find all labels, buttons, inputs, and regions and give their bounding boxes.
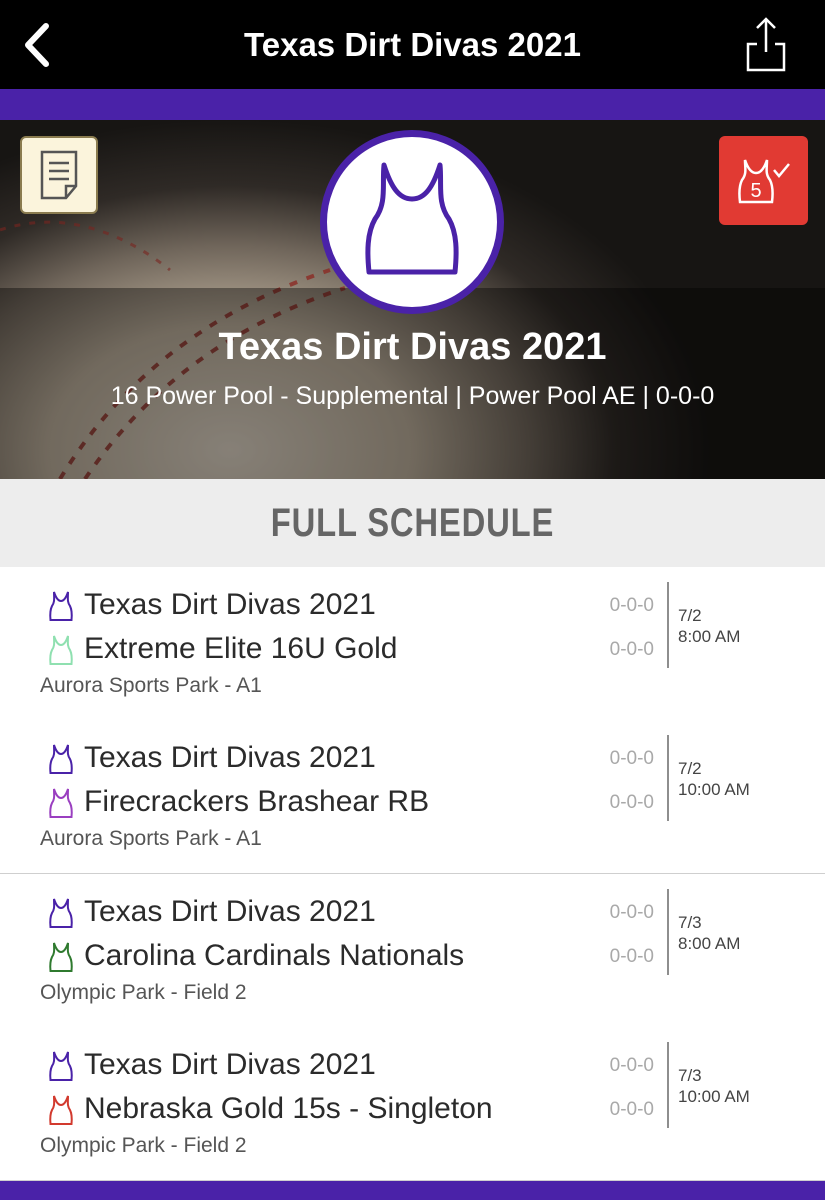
game-row[interactable]: Texas Dirt Divas 2021 Carolina Cardinals … (0, 874, 825, 1028)
away-team-name: Carolina Cardinals Nationals (84, 939, 465, 972)
badge-number: 5 (750, 180, 761, 202)
home-record: 0-0-0 (609, 902, 654, 923)
roster-check-button[interactable]: 5 (719, 136, 808, 225)
home-team-name: Texas Dirt Divas 2021 (84, 741, 376, 774)
game-venue: Aurora Sports Park - A1 (40, 674, 262, 697)
home-team-name: Texas Dirt Divas 2021 (84, 588, 376, 621)
divider (667, 1042, 669, 1128)
team-logo (320, 130, 504, 314)
away-record: 0-0-0 (609, 792, 654, 813)
away-jersey-icon (49, 1095, 73, 1125)
home-record: 0-0-0 (609, 748, 654, 769)
jersey-check-icon: 5 (738, 159, 790, 204)
away-jersey-icon (49, 942, 73, 972)
home-team-name: Texas Dirt Divas 2021 (84, 895, 376, 928)
schedule-section-header: FULL SCHEDULE (0, 479, 825, 568)
game-time: 8:00 AM (678, 934, 741, 953)
away-team-name: Firecrackers Brashear RB (84, 785, 430, 818)
home-record: 0-0-0 (609, 595, 654, 616)
away-record: 0-0-0 (609, 1099, 654, 1120)
away-jersey-icon (49, 635, 73, 665)
divider (667, 735, 669, 821)
team-name-heading: Texas Dirt Divas 2021 (218, 326, 607, 368)
home-jersey-icon (49, 1051, 73, 1081)
game-row[interactable]: Texas Dirt Divas 2021 Nebraska Gold 15s -… (0, 1027, 825, 1181)
notes-button[interactable] (20, 136, 98, 214)
section-title: FULL SCHEDULE (270, 501, 555, 545)
jersey-icon (365, 162, 459, 275)
game-time: 8:00 AM (678, 627, 741, 646)
home-record: 0-0-0 (609, 1055, 654, 1076)
game-venue: Aurora Sports Park - A1 (40, 827, 262, 850)
home-jersey-icon (49, 898, 73, 928)
game-date: 7/3 (678, 1066, 702, 1085)
divider (667, 582, 669, 668)
team-hero-banner: 5 Texas Dirt Divas 2021 16 Power Pool - … (0, 120, 825, 479)
game-row[interactable]: Texas Dirt Divas 2021 Extreme Elite 16U G… (0, 567, 825, 721)
game-venue: Olympic Park - Field 2 (40, 1134, 247, 1157)
game-row[interactable]: Texas Dirt Divas 2021 Firecrackers Brashe… (0, 720, 825, 874)
notes-icon (40, 150, 78, 200)
away-jersey-icon (49, 788, 73, 818)
game-date: 7/2 (678, 759, 702, 778)
share-button[interactable] (742, 14, 790, 74)
home-team-name: Texas Dirt Divas 2021 (84, 1048, 376, 1081)
game-date: 7/2 (678, 606, 702, 625)
game-venue: Olympic Park - Field 2 (40, 981, 247, 1004)
home-jersey-icon (49, 744, 73, 774)
page-title: Texas Dirt Divas 2021 (244, 26, 581, 63)
home-jersey-icon (49, 591, 73, 621)
away-team-name: Nebraska Gold 15s - Singleton (84, 1092, 493, 1125)
game-time: 10:00 AM (678, 780, 750, 799)
accent-strip (0, 89, 825, 120)
away-record: 0-0-0 (609, 639, 654, 660)
divider (667, 889, 669, 975)
team-division-record: 16 Power Pool - Supplemental | Power Poo… (110, 382, 715, 410)
game-date: 7/3 (678, 913, 702, 932)
top-navigation-bar: Texas Dirt Divas 2021 (0, 0, 825, 89)
bottom-accent-strip (0, 1181, 825, 1200)
share-icon (746, 17, 786, 72)
away-team-name: Extreme Elite 16U Gold (84, 632, 398, 665)
away-record: 0-0-0 (609, 946, 654, 967)
game-time: 10:00 AM (678, 1087, 750, 1106)
